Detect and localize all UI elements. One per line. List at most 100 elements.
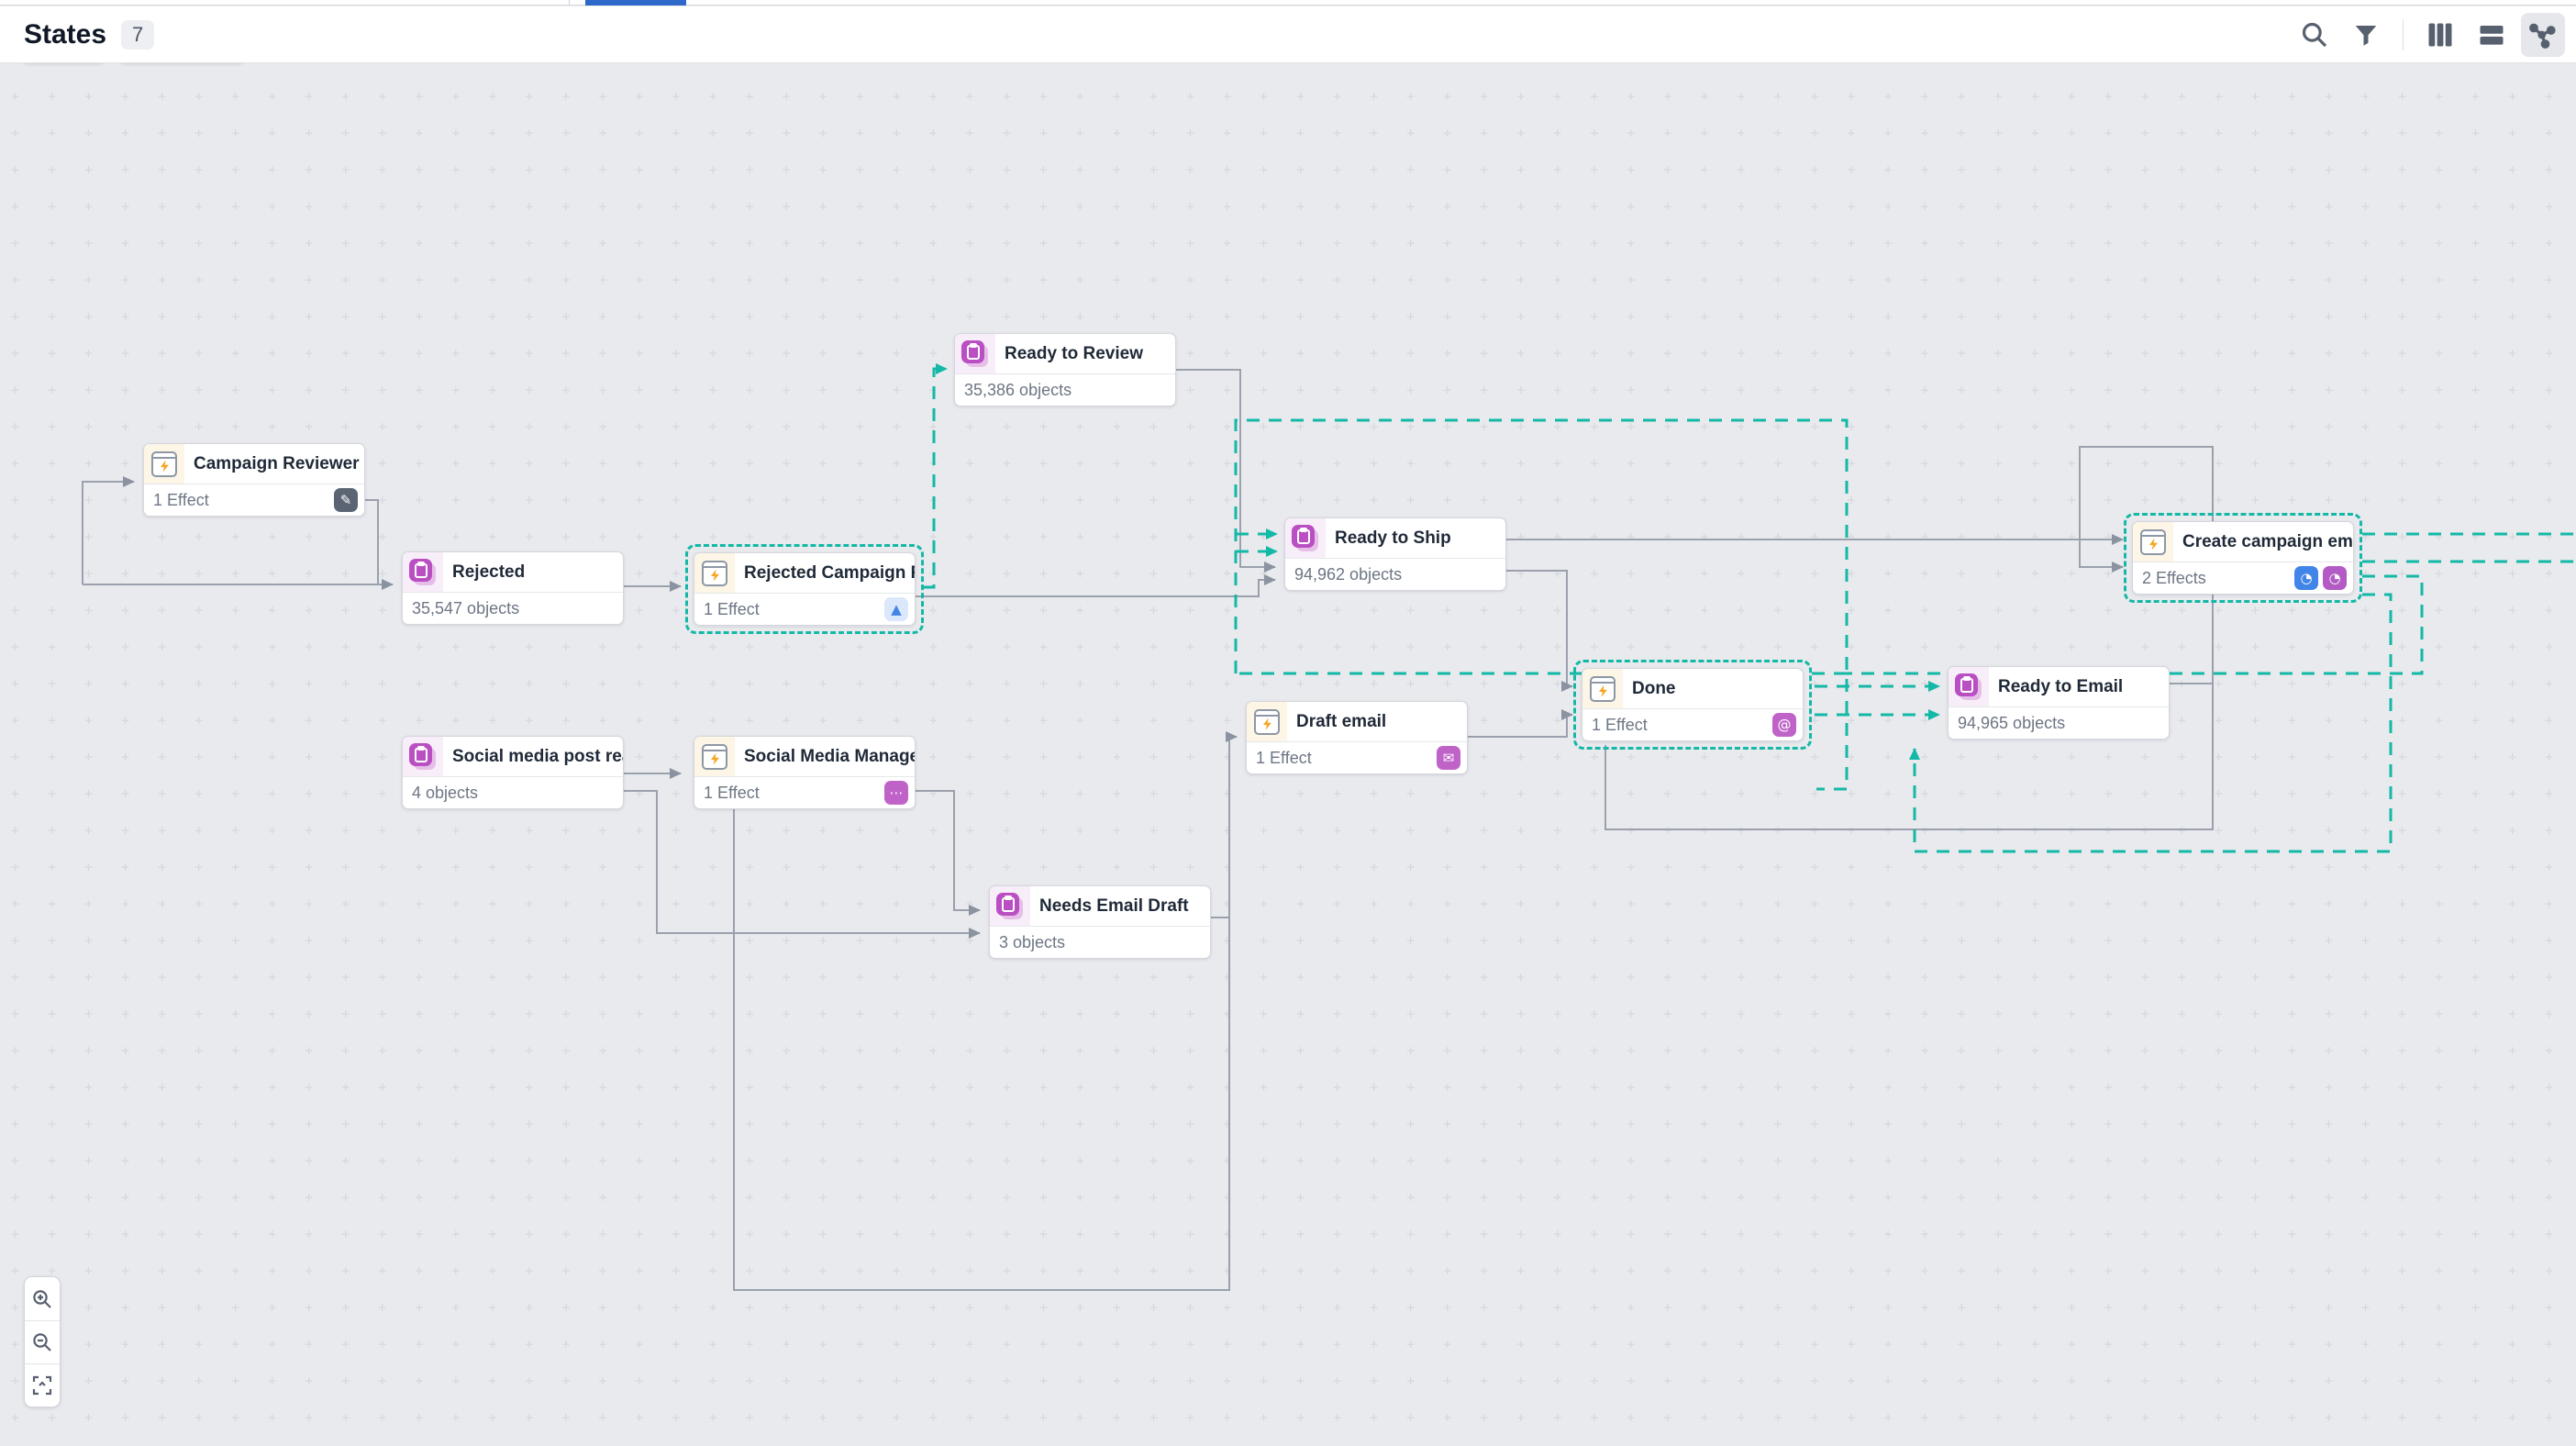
zoom-controls	[24, 1276, 61, 1407]
state-clipboard-icon	[409, 559, 437, 586]
node-meta: 1 Effect	[704, 600, 760, 619]
node-header: Ready to Review	[955, 334, 1175, 374]
tab-divider	[569, 0, 570, 6]
node-meta: 35,547 objects	[412, 599, 519, 618]
node-icon-cell	[1949, 667, 1989, 706]
automation-bolt-icon	[2140, 529, 2166, 555]
node-title: Social Media Manager	[735, 737, 915, 776]
search-button[interactable]	[2293, 13, 2337, 57]
node-icon-cell	[955, 334, 995, 373]
node-icon-cell	[694, 553, 735, 593]
node-title: Rejected Campaign Re…	[735, 553, 915, 593]
node-badges: ✎	[334, 488, 358, 512]
mention-effect-icon: @	[1772, 713, 1796, 737]
node-icon-cell	[1247, 702, 1287, 741]
graph-view-button[interactable]	[2521, 13, 2565, 57]
node-header: Rejected Campaign Re…	[694, 553, 915, 594]
node-meta: 94,962 objects	[1294, 565, 1402, 584]
node-badges: ⋯	[884, 781, 908, 805]
state-clipboard-icon	[1292, 525, 1319, 552]
fit-screen-icon	[31, 1374, 53, 1396]
state-clipboard-icon	[961, 340, 989, 368]
node-body: 1 Effect ✎	[144, 484, 364, 516]
board-view-icon	[2426, 21, 2454, 49]
node-header: Done	[1582, 669, 1803, 709]
node-title: Campaign Reviewer	[184, 444, 364, 484]
node-header: Rejected	[403, 552, 623, 593]
workflow-node-social-media-post-ready[interactable]: Social media post read… 4 objects	[402, 736, 624, 809]
node-header: Draft email	[1247, 702, 1467, 742]
node-body: 4 objects	[403, 777, 623, 808]
workflow-node-social-media-manager[interactable]: Social Media Manager 1 Effect ⋯	[694, 736, 916, 809]
workflow-node-done[interactable]: Done 1 Effect @	[1582, 668, 1804, 741]
workflow-node-ready-to-review[interactable]: Ready to Review 35,386 objects	[954, 333, 1176, 406]
node-meta: 94,965 objects	[1958, 714, 2065, 733]
workflow-node-campaign-reviewer[interactable]: Campaign Reviewer 1 Effect ✎	[143, 443, 365, 517]
image-effect-icon: ▲	[884, 597, 908, 621]
node-header: Campaign Reviewer	[144, 444, 364, 484]
node-body: 35,386 objects	[955, 374, 1175, 406]
zoom-in-button[interactable]	[25, 1277, 60, 1320]
node-meta: 2 Effects	[2142, 569, 2206, 588]
node-icon-cell	[694, 737, 735, 776]
workflow-canvas[interactable]: ++++++++++++++++++++++++++++++++++++++++…	[0, 63, 2576, 1446]
workflow-node-ready-to-ship[interactable]: Ready to Ship 94,962 objects	[1284, 517, 1506, 591]
workflow-node-needs-email-draft[interactable]: Needs Email Draft 3 objects	[989, 885, 1211, 959]
list-view-button[interactable]	[2470, 13, 2514, 57]
assign-effect-icon: ✎	[334, 488, 358, 512]
filter-icon	[2352, 21, 2380, 49]
node-badges: ◔◔	[2294, 566, 2347, 590]
workflow-node-rejected-campaign-rework[interactable]: Rejected Campaign Re… 1 Effect ▲	[694, 552, 916, 626]
node-body: 35,547 objects	[403, 593, 623, 624]
node-title: Rejected	[443, 552, 623, 592]
create-effect-icon: ◔	[2294, 566, 2318, 590]
email-effect-icon: ✉	[1437, 746, 1460, 770]
node-badges: ✉	[1437, 746, 1460, 770]
fit-to-screen-button[interactable]	[25, 1363, 60, 1407]
node-body: 94,962 objects	[1285, 559, 1505, 590]
automation-bolt-icon	[702, 561, 727, 586]
page-title: States	[24, 19, 106, 50]
state-clipboard-icon	[996, 893, 1024, 920]
filter-button[interactable]	[2344, 13, 2388, 57]
state-clipboard-icon	[1955, 673, 1982, 701]
node-header: Create campaign email …	[2133, 522, 2353, 562]
automation-bolt-icon	[702, 744, 727, 770]
node-title: Ready to Ship	[1326, 518, 1505, 558]
node-body: 94,965 objects	[1949, 707, 2169, 739]
browser-tab-strip	[0, 0, 2576, 6]
workflow-node-rejected[interactable]: Rejected 35,547 objects	[402, 551, 624, 625]
node-body: 1 Effect ▲	[694, 594, 915, 625]
node-icon-cell	[1582, 669, 1623, 708]
node-meta: 1 Effect	[153, 491, 209, 510]
node-icon-cell	[1285, 518, 1326, 558]
node-icon-cell	[403, 552, 443, 592]
active-tab-indicator	[585, 0, 686, 6]
node-title: Needs Email Draft	[1030, 886, 1210, 926]
node-body: 1 Effect ⋯	[694, 777, 915, 808]
node-meta: 4 objects	[412, 784, 478, 803]
node-title: Ready to Review	[995, 334, 1175, 373]
board-view-button[interactable]	[2418, 13, 2462, 57]
state-clipboard-icon	[409, 743, 437, 771]
zoom-out-button[interactable]	[25, 1320, 60, 1363]
search-icon	[2300, 20, 2329, 50]
automation-bolt-icon	[151, 451, 177, 477]
node-icon-cell	[403, 737, 443, 776]
states-count-badge: 7	[121, 20, 154, 50]
node-header: Ready to Ship	[1285, 518, 1505, 559]
workflow-node-ready-to-email[interactable]: Ready to Email 94,965 objects	[1948, 666, 2170, 740]
node-badges: ▲	[884, 597, 908, 621]
automation-bolt-icon	[1254, 709, 1280, 735]
automation-bolt-icon	[1590, 676, 1616, 702]
zoom-in-icon	[31, 1288, 53, 1310]
node-title: Ready to Email	[1989, 667, 2169, 706]
node-body: 1 Effect @	[1582, 709, 1803, 740]
node-meta: 35,386 objects	[964, 381, 1071, 400]
node-body: 2 Effects ◔◔	[2133, 562, 2353, 594]
workflow-map-app: { "topbar": { "title": "States", "count"…	[0, 0, 2576, 1446]
node-title: Create campaign email …	[2173, 522, 2353, 562]
workflow-node-create-campaign-email[interactable]: Create campaign email … 2 Effects ◔◔	[2132, 521, 2354, 595]
header-actions	[2293, 6, 2565, 63]
workflow-node-draft-email[interactable]: Draft email 1 Effect ✉	[1246, 701, 1468, 774]
